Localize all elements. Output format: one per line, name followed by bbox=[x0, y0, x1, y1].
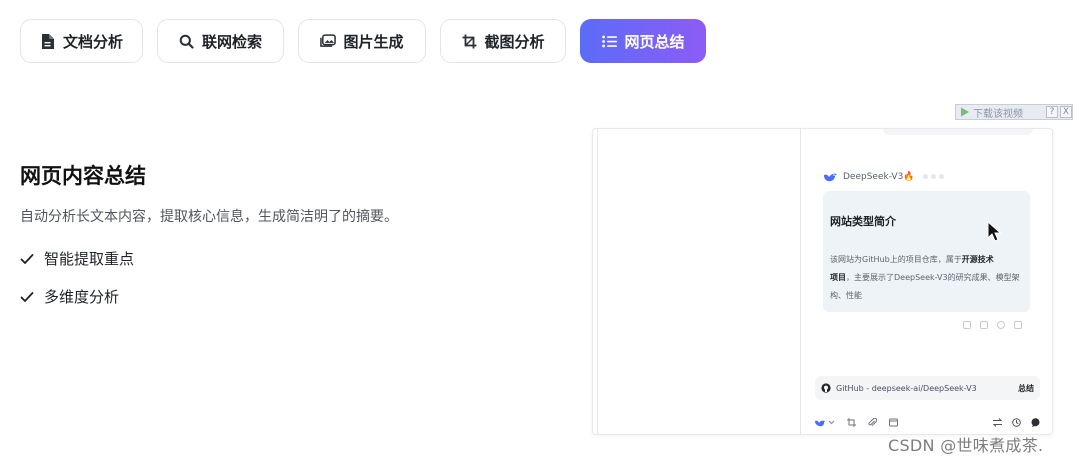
book-icon[interactable] bbox=[889, 418, 898, 427]
feature-tabs: 文档分析 联网检索 图片生成 截图分析 网页总结 bbox=[20, 19, 706, 63]
feature-bullet: 多维度分析 bbox=[20, 286, 119, 307]
close-icon[interactable]: X bbox=[1060, 106, 1072, 118]
summary-text-bold: 开源技术 bbox=[961, 255, 994, 264]
tab-web-search[interactable]: 联网检索 bbox=[157, 19, 284, 63]
feature-bullet-label: 智能提取重点 bbox=[44, 250, 135, 268]
model-name: DeepSeek-V3🔥 bbox=[843, 171, 915, 182]
note-icon[interactable] bbox=[1014, 321, 1022, 329]
check-icon bbox=[20, 291, 34, 302]
tab-webpage-summary[interactable]: 网页总结 bbox=[580, 19, 706, 63]
tab-label: 网页总结 bbox=[624, 32, 685, 51]
model-label: DeepSeek-V3🔥 bbox=[823, 171, 944, 182]
feature-description: 自动分析长文本内容，提取核心信息，生成简洁明了的摘要。 bbox=[20, 209, 398, 225]
feature-bullet-label: 多维度分析 bbox=[44, 288, 120, 306]
refresh-icon[interactable] bbox=[997, 321, 1005, 329]
history-icon[interactable] bbox=[1012, 417, 1021, 427]
deepseek-whale-icon bbox=[824, 173, 837, 182]
watermark: CSDN @世味煮成茶. bbox=[888, 436, 1044, 455]
tab-image-generation[interactable]: 图片生成 bbox=[298, 19, 426, 63]
crop-icon bbox=[461, 33, 477, 49]
input-toolbar bbox=[815, 414, 1040, 430]
crop-icon[interactable] bbox=[847, 417, 856, 427]
loading-dots bbox=[920, 172, 944, 182]
feature-bullet: 智能提取重点 bbox=[20, 248, 134, 269]
tab-label: 图片生成 bbox=[343, 32, 404, 51]
summary-text: 该网站为GitHub上的项目仓库，属于 bbox=[830, 255, 962, 264]
github-icon bbox=[821, 383, 831, 393]
webpage-link-bar[interactable]: GitHub - deepseek-ai/DeepSeek-V3 总结 bbox=[815, 376, 1040, 400]
chat-icon[interactable] bbox=[1031, 417, 1040, 427]
download-video-label[interactable]: 下载该视频 bbox=[973, 105, 1023, 120]
delete-icon[interactable] bbox=[980, 321, 988, 329]
toolbar-right bbox=[993, 417, 1040, 427]
help-icon[interactable]: ? bbox=[1046, 106, 1058, 118]
tab-document-analysis[interactable]: 文档分析 bbox=[20, 19, 143, 63]
search-icon bbox=[179, 33, 195, 49]
summary-text-bold: 项目 bbox=[830, 273, 846, 282]
message-actions bbox=[963, 321, 1022, 329]
tab-label: 截图分析 bbox=[484, 32, 545, 51]
webpage-link-title: GitHub - deepseek-ai/DeepSeek-V3 bbox=[836, 383, 977, 393]
swap-icon[interactable] bbox=[993, 417, 1002, 427]
mouse-cursor-icon bbox=[987, 221, 1001, 242]
copy-icon[interactable] bbox=[963, 321, 971, 329]
tab-label: 文档分析 bbox=[62, 32, 123, 51]
image-icon bbox=[320, 33, 337, 49]
summary-text: ，主要展示了DeepSeek-V3的研究成果、模型架构、性能 bbox=[830, 273, 1020, 300]
video-download-bar[interactable]: 下载该视频 ? X bbox=[955, 104, 1073, 120]
divider bbox=[800, 129, 801, 434]
model-selector-icon[interactable] bbox=[815, 418, 835, 427]
attachment-icon[interactable] bbox=[868, 417, 877, 427]
demo-preview: DeepSeek-V3🔥 网站类型简介 该网站为GitHub上的项目仓库，属于开… bbox=[592, 128, 1053, 435]
tab-screenshot-analysis[interactable]: 截图分析 bbox=[440, 19, 566, 63]
summary-card-text: 该网站为GitHub上的项目仓库，属于开源技术项目，主要展示了DeepSeek-… bbox=[830, 251, 1028, 305]
feature-title: 网页内容总结 bbox=[20, 164, 146, 188]
check-icon bbox=[20, 253, 34, 264]
user-message-bubble bbox=[883, 129, 1033, 135]
divider bbox=[597, 129, 598, 434]
play-icon bbox=[961, 107, 969, 117]
list-icon bbox=[601, 33, 617, 49]
summary-card: 网站类型简介 该网站为GitHub上的项目仓库，属于开源技术项目，主要展示了De… bbox=[823, 191, 1030, 312]
tab-label: 联网检索 bbox=[201, 32, 262, 51]
summary-card-title: 网站类型简介 bbox=[830, 215, 896, 228]
document-icon bbox=[40, 33, 56, 49]
summarize-button[interactable]: 总结 bbox=[1018, 383, 1034, 394]
